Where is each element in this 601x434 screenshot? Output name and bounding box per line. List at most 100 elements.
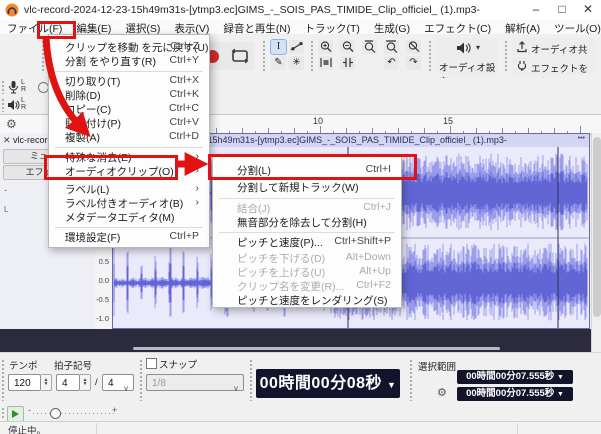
menu-item-cut[interactable]: 切り取り(T) Ctrl+X (49, 74, 209, 88)
menu-item-redo[interactable]: 分割 をやり直す(R) Ctrl+Y (49, 54, 209, 68)
selection-end-display[interactable]: 00時間00分07.555秒 ▼ (457, 387, 573, 401)
speed-slider-track[interactable] (33, 413, 115, 414)
share-grip[interactable] (504, 40, 509, 72)
multi-tool-button[interactable]: ✳ (289, 56, 304, 70)
menu-item-labels[interactable]: ラベル(L) › (49, 182, 209, 196)
submenu-item-render-pitch-speed[interactable]: ピッチと速度をレンダリング(S) (213, 293, 401, 307)
timeline-options-gear-icon[interactable]: ⚙ (6, 117, 17, 131)
menu-view[interactable]: 表示(V) (167, 20, 216, 35)
menu-item-delete[interactable]: 削除(D) Ctrl+K (49, 88, 209, 102)
menu-tools[interactable]: ツール(O) (547, 20, 601, 35)
speed-slider-thumb[interactable] (50, 408, 61, 419)
close-button[interactable]: ✕ (575, 0, 601, 20)
menu-separator (55, 227, 203, 228)
menu-effect[interactable]: エフェクト(C) (417, 20, 498, 35)
time-sig-upper-input[interactable]: 4 (56, 374, 80, 391)
pan-slider[interactable]: L (4, 205, 8, 214)
play-speed-toolbar: - + (0, 405, 601, 422)
tempo-input[interactable]: 120 (8, 374, 41, 391)
play-meter-left-label: L (21, 97, 25, 104)
vruler-m1: -1.0 (96, 314, 109, 323)
menu-item-undo[interactable]: クリップを移動 を元に戻す(U) Ctrl+Z (49, 40, 209, 54)
trim-audio-button[interactable] (318, 56, 333, 70)
loop-button[interactable] (226, 42, 254, 70)
audacity-window: vlc-record-2024-12-23-15h49m31s-[ytmp3.e… (0, 0, 601, 434)
envelope-tool-icon (290, 42, 303, 51)
minimize-button[interactable]: – (523, 0, 549, 20)
menu-separator (55, 71, 203, 72)
gain-slider[interactable]: - (4, 185, 7, 195)
bottom-toolbar: テンポ 拍子記号 120 ▲ ▼ 4 ▲ ▼ / 4 ∨ スナップ 1/8 ∨ 00時間… (0, 352, 601, 407)
plugin-icon (517, 61, 527, 71)
track-close-icon[interactable]: ✕ (3, 135, 11, 146)
zoom-in-button[interactable] (318, 40, 333, 54)
zoom-toggle-button[interactable] (406, 40, 421, 54)
undo-button[interactable]: ↶ (384, 56, 399, 70)
audio-position-display[interactable]: 00時間00分08秒 ▼ (256, 369, 400, 398)
menu-analyze[interactable]: 解析(A) (498, 20, 547, 35)
menu-bar: ファイル(F) 編集(E) 選択(S) 表示(V) 録音と再生(N) トラック(… (0, 20, 601, 35)
audio-share-button[interactable]: オーディオ共有 (512, 38, 596, 70)
tempo-spinner[interactable]: ▲ ▼ (41, 374, 52, 391)
draw-tool-button[interactable]: ✎ (271, 56, 286, 70)
maximize-button[interactable]: □ (549, 0, 575, 20)
time-sig-spinner[interactable]: ▲ ▼ (80, 374, 91, 391)
menu-transport[interactable]: 録音と再生(N) (216, 20, 297, 35)
zoom-grip[interactable] (310, 40, 315, 72)
record-meter-grip[interactable] (1, 80, 6, 94)
silence-audio-button[interactable] (340, 56, 355, 70)
selection-grip[interactable] (409, 359, 414, 401)
menu-item-labeled-audio[interactable]: ラベル付きオーディオ(B) › (49, 196, 209, 210)
play-meter-grip[interactable] (1, 98, 6, 112)
status-divider (517, 423, 518, 434)
submenu-item-rename-clip[interactable]: クリップ名を変更(R)... Ctrl+F2 (213, 279, 401, 293)
menu-item-metadata-editor[interactable]: メタデータエディタ(M) (49, 210, 209, 224)
time-display-grip[interactable] (249, 359, 254, 401)
snap-grip[interactable] (139, 359, 144, 401)
speaker-icon (457, 42, 471, 54)
menu-item-paste[interactable]: 貼り付け(P) Ctrl+V (49, 116, 209, 130)
snap-checkbox[interactable] (146, 358, 157, 369)
submenu-item-detach-silence[interactable]: 無音部分を除去して分割(H) (213, 215, 401, 229)
menu-item-duplicate[interactable]: 複製(A) Ctrl+D (49, 130, 209, 144)
zoom-selection-button[interactable] (362, 40, 377, 54)
menu-tracks[interactable]: トラック(T) (298, 20, 367, 35)
snap-select[interactable]: 1/8 ∨ (146, 374, 244, 393)
submenu-item-pitch-down[interactable]: ピッチを下げる(D) Alt+Down (213, 251, 401, 265)
menu-edit[interactable]: 編集(E) (69, 20, 118, 35)
menu-item-copy[interactable]: コピー(C) Ctrl+C (49, 102, 209, 116)
submenu-item-pitch-up[interactable]: ピッチを上げる(U) Alt+Up (213, 265, 401, 279)
time-display-caret-icon[interactable]: ▼ (387, 380, 396, 390)
get-effects-button[interactable]: エフェクトを取得 (512, 57, 596, 89)
vertical-scrollbar-thumb[interactable] (593, 137, 601, 317)
envelope-tool-button[interactable] (289, 40, 304, 54)
speed-grip[interactable] (1, 407, 6, 420)
time-toolbar-grip[interactable] (1, 359, 6, 401)
submenu-item-split-new[interactable]: 分割して新規トラック(W) (213, 180, 401, 194)
transport-grip[interactable] (41, 40, 46, 72)
time-sig-lower-select[interactable]: 4 ∨ (102, 374, 134, 393)
selection-options-gear-icon[interactable]: ⚙ (437, 386, 447, 399)
selection-start-display[interactable]: 00時間00分07.555秒 ▼ (457, 370, 573, 384)
annotation-box-split (208, 154, 417, 180)
zoom-out-button[interactable] (340, 40, 355, 54)
menu-separator (219, 232, 395, 233)
vruler-0: 0.0 (98, 276, 109, 285)
submenu-item-pitch-speed[interactable]: ピッチと速度(P)... Ctrl+Shift+P (213, 235, 401, 249)
redo-button[interactable]: ↷ (406, 56, 421, 70)
submenu-item-join[interactable]: 結合(J) Ctrl+J (213, 201, 401, 215)
horizontal-scrollbar-thumb[interactable] (133, 347, 500, 350)
menu-item-preferences[interactable]: 環境設定(F) Ctrl+P (49, 230, 209, 244)
audio-setup-button[interactable]: ▾ オーディオ設定 (436, 38, 498, 88)
tools-grip[interactable] (262, 40, 267, 72)
snap-label: スナップ (159, 360, 198, 371)
setup-grip[interactable] (428, 40, 433, 72)
title-bar: vlc-record-2024-12-23-15h49m31s-[ytmp3.e… (0, 0, 601, 21)
vertical-scrollbar[interactable] (591, 133, 601, 352)
menu-select[interactable]: 選択(S) (118, 20, 167, 35)
menu-generate[interactable]: 生成(G) (367, 20, 417, 35)
selection-tool-button[interactable]: I (270, 39, 287, 55)
play-at-speed-button[interactable] (7, 406, 24, 422)
zoom-project-button[interactable] (384, 40, 399, 54)
clip-menu-dots-icon[interactable]: ••• (578, 135, 585, 142)
